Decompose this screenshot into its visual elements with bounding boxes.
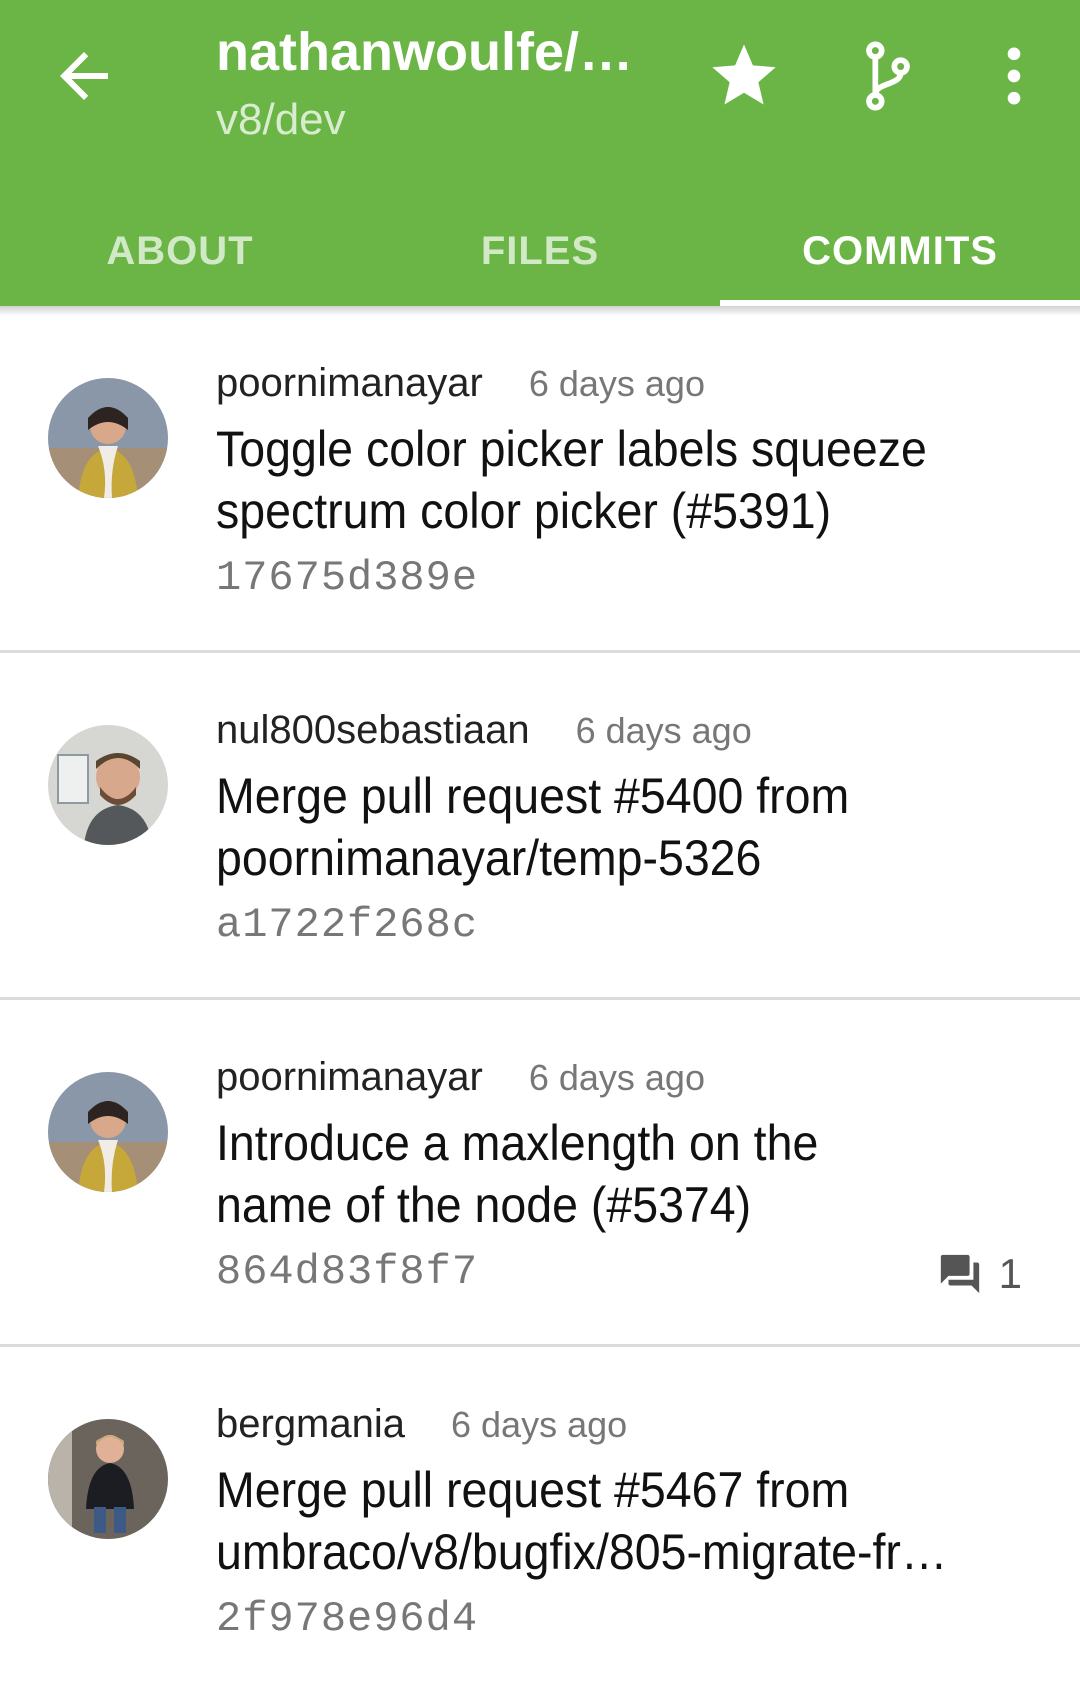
commit-message: Toggle color picker labels squeeze spect… <box>216 418 960 542</box>
comments-icon <box>940 1254 979 1294</box>
commit-row[interactable]: poornimanayar 6 days ago Toggle color pic… <box>0 306 1080 653</box>
arrow-left-icon <box>60 52 108 100</box>
commit-sha: 17675d389e <box>216 554 479 602</box>
back-button[interactable] <box>48 40 120 112</box>
commit-message-line: Merge pull request #5400 from <box>216 768 850 824</box>
repo-title: nathanwoulfe/… <box>216 22 633 82</box>
commit-row[interactable]: bergmania 6 days ago Merge pull request #… <box>0 1347 1080 1694</box>
branch-subtitle: v8/dev <box>216 95 346 144</box>
more-vertical-icon <box>1007 47 1021 105</box>
commit-row[interactable]: nul800sebastiaan 6 days ago Merge pull re… <box>0 653 1080 1000</box>
commit-message-line: spectrum color picker (#5391) <box>216 483 832 539</box>
tab-files[interactable]: FILES <box>360 196 720 306</box>
tab-commits[interactable]: COMMITS <box>720 196 1080 306</box>
git-branch-icon <box>866 41 910 111</box>
commit-author: poornimanayar 6 days ago <box>216 361 705 406</box>
commit-message: Merge pull request #5400 from poornimana… <box>216 765 960 889</box>
commit-message-line: poornimanayar/temp-5326 <box>216 830 762 886</box>
author-name[interactable]: nul800sebastiaan <box>216 708 530 752</box>
commit-time: 6 days ago <box>528 363 705 404</box>
commit-message-line: name of the node (#5374) <box>216 1177 752 1233</box>
commit-row[interactable]: poornimanayar 6 days ago Introduce a maxl… <box>0 1000 1080 1347</box>
commit-message: Introduce a maxlength on the name of the… <box>216 1112 960 1236</box>
tab-bar: ABOUT FILES COMMITS <box>0 196 1080 306</box>
commit-message-line: Toggle color picker labels squeeze <box>216 421 927 477</box>
comment-count[interactable]: 1 <box>937 1250 1022 1298</box>
commit-sha: a1722f268c <box>216 901 479 949</box>
commit-message-line: Merge pull request #5467 from <box>216 1462 850 1518</box>
commit-message-line: Introduce a maxlength on the <box>216 1115 819 1171</box>
commit-time: 6 days ago <box>528 1057 705 1098</box>
more-options-button[interactable] <box>976 38 1052 114</box>
avatar[interactable] <box>48 1419 168 1539</box>
commit-message: Merge pull request #5467 from umbraco/v8… <box>216 1459 969 1583</box>
app-bar: nathanwoulfe/… v8/dev ABOUT FILES COMMIT… <box>0 0 1080 306</box>
commit-list: poornimanayar 6 days ago Toggle color pic… <box>0 306 1080 1694</box>
author-name[interactable]: poornimanayar <box>216 1055 483 1099</box>
star-button[interactable] <box>706 38 782 114</box>
tab-about[interactable]: ABOUT <box>0 196 360 306</box>
branch-button[interactable] <box>850 38 926 114</box>
commit-author: nul800sebastiaan 6 days ago <box>216 708 752 753</box>
commit-message-line: umbraco/v8/bugfix/805-migrate-fro… <box>216 1524 970 1580</box>
commit-author: poornimanayar 6 days ago <box>216 1055 705 1100</box>
star-icon <box>712 44 776 105</box>
commit-author: bergmania 6 days ago <box>216 1402 627 1447</box>
commit-time: 6 days ago <box>451 1404 628 1445</box>
avatar[interactable] <box>48 1072 168 1192</box>
comment-count-value: 1 <box>998 1250 1022 1297</box>
author-name[interactable]: bergmania <box>216 1402 405 1446</box>
author-name[interactable]: poornimanayar <box>216 361 483 405</box>
avatar[interactable] <box>48 378 168 498</box>
avatar[interactable] <box>48 725 168 845</box>
commit-sha: 2f978e96d4 <box>216 1595 479 1643</box>
commit-sha: 864d83f8f7 <box>216 1248 479 1296</box>
commit-time: 6 days ago <box>575 710 752 751</box>
